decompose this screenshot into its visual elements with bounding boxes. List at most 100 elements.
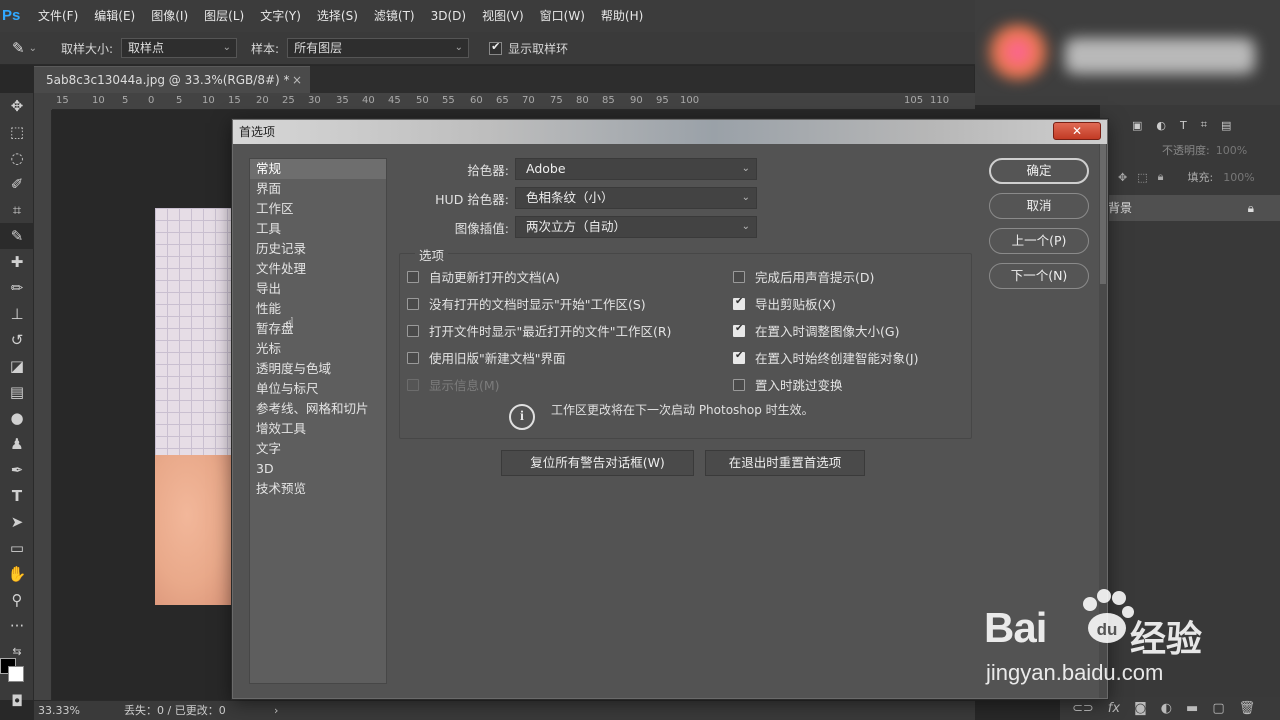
shape-filter-icon[interactable]: ⌗ <box>1201 118 1207 132</box>
menu-window[interactable]: 窗口(W) <box>532 0 593 32</box>
category-tech-preview[interactable]: 技术预览 <box>250 479 386 499</box>
lasso-tool-icon[interactable]: ◌ <box>0 145 34 171</box>
category-general[interactable]: 常规 <box>250 159 386 179</box>
menu-filter[interactable]: 滤镜(T) <box>366 0 423 32</box>
menu-type[interactable]: 文字(Y) <box>252 0 309 32</box>
menu-select[interactable]: 选择(S) <box>309 0 366 32</box>
category-export[interactable]: 导出 <box>250 279 386 299</box>
reset-warnings-button[interactable]: 复位所有警告对话框(W) <box>501 450 694 476</box>
category-interface[interactable]: 界面 <box>250 179 386 199</box>
gradient-tool-icon[interactable]: ▤ <box>0 379 34 405</box>
checkbox[interactable] <box>733 270 745 283</box>
marquee-tool-icon[interactable]: ⬚ <box>0 119 34 145</box>
option-export-clipboard[interactable]: 导出剪贴板(X) <box>733 294 836 313</box>
quick-select-tool-icon[interactable]: ✐ <box>0 171 34 197</box>
option-skip-transform[interactable]: 置入时跳过变换 <box>733 375 843 394</box>
fx-icon[interactable]: fx <box>1108 701 1120 716</box>
category-plugins[interactable]: 增效工具 <box>250 419 386 439</box>
pixel-filter-icon[interactable]: ▣ <box>1132 119 1142 132</box>
option-auto-update[interactable]: 自动更新打开的文档(A) <box>407 267 560 286</box>
add-mask-icon[interactable]: ◙ <box>1134 701 1147 716</box>
category-guides-grid[interactable]: 参考线、网格和切片 <box>250 399 386 419</box>
show-ring-checkbox[interactable] <box>489 40 503 55</box>
category-transparency[interactable]: 透明度与色域 <box>250 359 386 379</box>
sample-size-select[interactable]: 取样点 ⌄ <box>121 38 238 58</box>
delete-layer-icon[interactable]: 🗑︎ <box>1239 701 1256 716</box>
lock-artboard-icon[interactable]: ⬚ <box>1137 171 1147 184</box>
category-scratch-disks[interactable]: 暂存盘 <box>250 319 386 339</box>
path-select-tool-icon[interactable]: ➤ <box>0 509 34 535</box>
sample-select[interactable]: 所有图层 ⌄ <box>287 38 470 58</box>
type-filter-icon[interactable]: T <box>1180 119 1187 132</box>
option-show-recent-files[interactable]: 打开文件时显示"最近打开的文件"工作区(R) <box>407 321 671 340</box>
option-resize-on-place[interactable]: 在置入时调整图像大小(G) <box>733 321 899 340</box>
move-tool-icon[interactable]: ✥ <box>0 93 34 119</box>
eyedropper-tool-icon[interactable]: ✎ <box>0 223 34 249</box>
status-arrow-icon[interactable]: › <box>274 701 278 720</box>
category-type[interactable]: 文字 <box>250 439 386 459</box>
zoom-tool-icon[interactable]: ⚲ <box>0 587 34 613</box>
checkbox[interactable] <box>733 378 745 391</box>
category-history[interactable]: 历史记录 <box>250 239 386 259</box>
interpolation-select[interactable]: 两次立方（自动） ⌄ <box>515 216 757 238</box>
category-workspace[interactable]: 工作区 <box>250 199 386 219</box>
dialog-title-bar[interactable]: 首选项 ✕ <box>233 120 1107 144</box>
new-group-icon[interactable]: ▬ <box>1186 701 1198 716</box>
ok-button[interactable]: 确定 <box>989 158 1089 184</box>
menu-3d[interactable]: 3D(D) <box>423 0 474 32</box>
cancel-button[interactable]: 取消 <box>989 193 1089 219</box>
document-tab[interactable]: 5ab8c3c13044a.jpg @ 33.3%(RGB/8#) * × <box>34 66 310 93</box>
menu-layer[interactable]: 图层(L) <box>196 0 252 32</box>
blur-tool-icon[interactable]: ● <box>0 405 34 431</box>
option-smart-object-on-place[interactable]: 在置入时始终创建智能对象(J) <box>733 348 918 367</box>
opacity-value[interactable]: 100% <box>1216 144 1247 157</box>
category-3d[interactable]: 3D <box>250 459 386 479</box>
menu-edit[interactable]: 编辑(E) <box>86 0 143 32</box>
next-button[interactable]: 下一个(N) <box>989 263 1089 289</box>
stamp-tool-icon[interactable]: ⊥ <box>0 301 34 327</box>
checkbox[interactable] <box>733 296 745 310</box>
type-tool-icon[interactable]: T <box>0 483 34 509</box>
smart-filter-icon[interactable]: ▤ <box>1221 119 1231 132</box>
dodge-tool-icon[interactable]: ♟ <box>0 431 34 457</box>
brush-tool-icon[interactable]: ✏ <box>0 275 34 301</box>
more-tools-icon[interactable]: ··· <box>0 613 34 639</box>
background-color-swatch[interactable] <box>8 666 24 682</box>
category-units-rulers[interactable]: 单位与标尺 <box>250 379 386 399</box>
category-cursors[interactable]: 光标 <box>250 339 386 359</box>
menu-file[interactable]: 文件(F) <box>30 0 86 32</box>
adjustment-layer-icon[interactable]: ◐ <box>1161 701 1172 716</box>
checkbox[interactable] <box>733 350 745 364</box>
category-tools[interactable]: 工具 <box>250 219 386 239</box>
tool-preset-chevron-icon[interactable]: ⌄ <box>29 43 37 54</box>
checkbox[interactable] <box>733 323 745 337</box>
eraser-tool-icon[interactable]: ◪ <box>0 353 34 379</box>
menu-image[interactable]: 图像(I) <box>143 0 196 32</box>
prev-button[interactable]: 上一个(P) <box>989 228 1089 254</box>
checkbox[interactable] <box>407 270 419 283</box>
fill-value[interactable]: 100% <box>1223 171 1254 184</box>
crop-tool-icon[interactable]: ⌗ <box>0 197 34 223</box>
pen-tool-icon[interactable]: ✒ <box>0 457 34 483</box>
healing-tool-icon[interactable]: ✚ <box>0 249 34 275</box>
adjust-filter-icon[interactable]: ◐ <box>1156 119 1166 132</box>
history-brush-tool-icon[interactable]: ↺ <box>0 327 34 353</box>
hand-tool-icon[interactable]: ✋ <box>0 561 34 587</box>
option-show-start-workspace[interactable]: 没有打开的文档时显示"开始"工作区(S) <box>407 294 646 313</box>
close-button[interactable]: ✕ <box>1053 122 1101 140</box>
layer-row-background[interactable]: 背景 🔒︎ <box>1100 195 1280 221</box>
checkbox[interactable] <box>407 351 419 364</box>
reset-prefs-button[interactable]: 在退出时重置首选项 <box>705 450 865 476</box>
new-layer-icon[interactable]: ▢ <box>1212 701 1224 716</box>
lock-all-icon[interactable]: 🔒︎ <box>1158 170 1164 184</box>
checkbox[interactable] <box>407 297 419 310</box>
link-layers-icon[interactable]: ⊂⊃ <box>1072 701 1094 716</box>
category-file-handling[interactable]: 文件处理 <box>250 259 386 279</box>
hud-picker-select[interactable]: 色相条纹（小） ⌄ <box>515 187 757 209</box>
scrollbar-thumb[interactable] <box>1100 144 1106 284</box>
option-beep-when-done[interactable]: 完成后用声音提示(D) <box>733 267 874 286</box>
option-legacy-new-document[interactable]: 使用旧版"新建文档"界面 <box>407 348 566 367</box>
category-performance[interactable]: 性能 <box>250 299 386 319</box>
eyedropper-tool-icon[interactable]: ✎ <box>12 39 25 57</box>
checkbox[interactable] <box>407 324 419 337</box>
